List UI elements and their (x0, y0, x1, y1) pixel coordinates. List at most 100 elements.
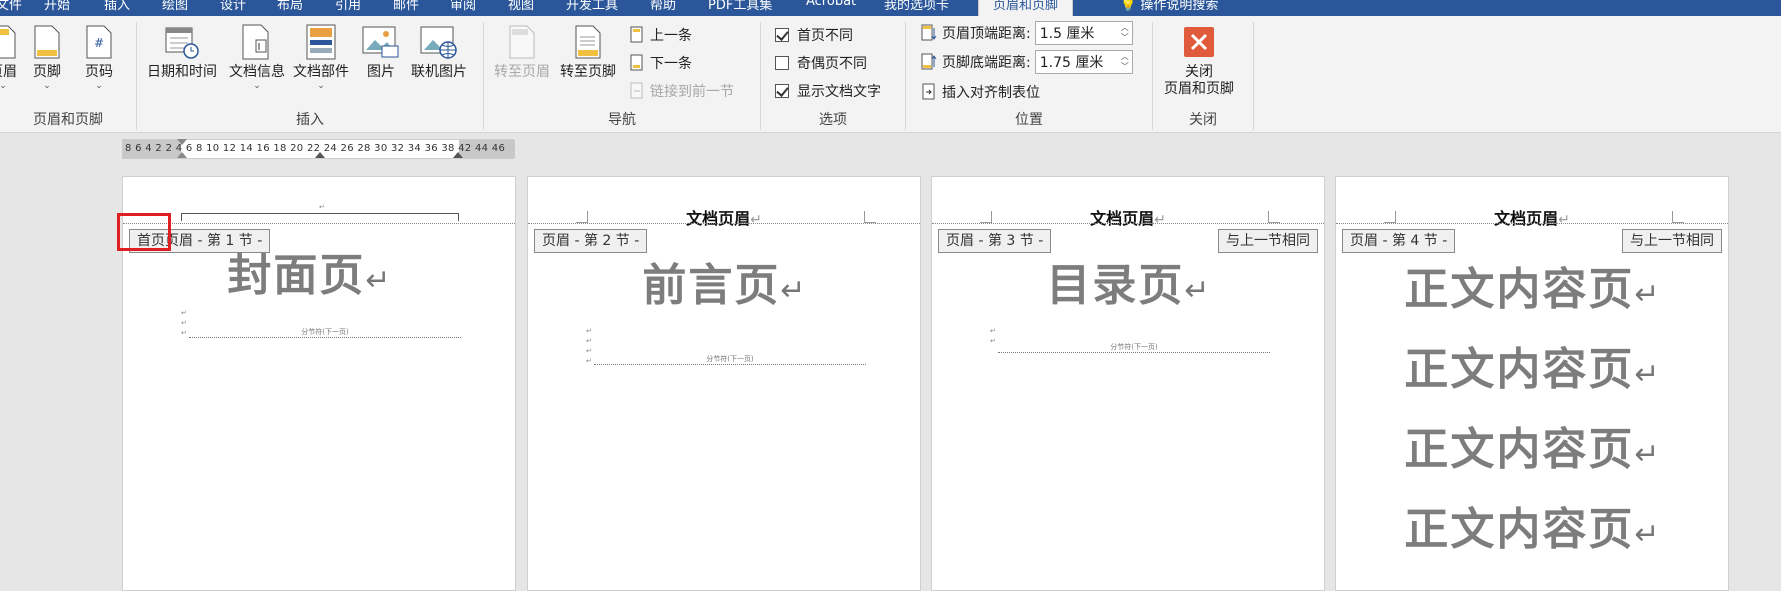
footer-doc-icon (28, 22, 66, 62)
header-text: 文档页眉↵ (1336, 205, 1728, 229)
show-document-text-checkbox[interactable]: 显示文档文字 (775, 80, 881, 102)
close-header-footer-button[interactable]: 关闭 页眉和页脚 (1164, 22, 1234, 98)
paragraph-mark: ↵ (181, 329, 187, 337)
picture-button[interactable]: 图片 (362, 22, 400, 81)
online-picture-label: 联机图片 (411, 64, 467, 80)
first-page-different-checkbox[interactable]: 首页不同 (775, 24, 853, 46)
body-line: 正文内容页↵ (1336, 333, 1728, 397)
section-tag: 页眉 - 第 4 节 - (1342, 229, 1456, 253)
paragraph-mark: ↵ (319, 203, 325, 211)
tab-developer[interactable]: 开发工具 (566, 0, 618, 13)
body-line: 正文内容页↵ (1336, 493, 1728, 557)
page-1: ↵ 首页页眉 - 第 1 节 - 封面页↵ ↵ ↵ ↵ 分节符(下一页) (122, 176, 516, 591)
next-button[interactable]: 下一条 (628, 52, 692, 74)
paragraph-mark: ↵ (1634, 277, 1660, 312)
footer-bottom-distance-value: 1.75 厘米 (1039, 55, 1104, 71)
right-tab-marker[interactable] (453, 152, 463, 158)
tab-header-footer[interactable]: 页眉和页脚 (978, 0, 1074, 16)
spin-arrows-icon[interactable]: ︿ ﹀ (1118, 23, 1132, 43)
next-label: 下一条 (650, 56, 692, 72)
header-button[interactable]: 页眉 ⌄ (0, 22, 22, 91)
tab-draw[interactable]: 绘图 (162, 0, 188, 13)
odd-even-different-label: 奇偶页不同 (797, 56, 867, 72)
doc-parts-icon (302, 22, 340, 62)
tab-layout[interactable]: 布局 (277, 0, 303, 13)
tab-mailings[interactable]: 邮件 (393, 0, 419, 13)
tab-view[interactable]: 视图 (508, 0, 534, 13)
group-header-footer: 页眉 ⌄ 页脚 ⌄ # 页码 ⌄ 页眉和页脚 (0, 16, 136, 133)
paragraph-mark: ↵ (1634, 357, 1660, 392)
page-number-button[interactable]: # 页码 ⌄ (80, 22, 118, 91)
goto-header-label: 转至页眉 (494, 64, 550, 80)
tab-my-tab[interactable]: 我的选项卡 (884, 0, 949, 13)
svg-text:#: # (94, 36, 104, 50)
paragraph-mark: ↵ (586, 337, 592, 345)
goto-footer-button[interactable]: 转至页脚 (560, 22, 616, 81)
page-4: 文档页眉↵ 页眉 - 第 4 节 - 与上一节相同 正文内容页↵ 正文内容页↵ … (1335, 176, 1729, 591)
doc-info-button[interactable]: 文档信息 ⌄ (229, 22, 285, 91)
tab-design[interactable]: 设计 (220, 0, 246, 13)
online-picture-button[interactable]: 联机图片 (411, 22, 467, 81)
horizontal-ruler[interactable]: 8 6 4 2 2 4 6 8 10 12 14 16 18 20 22 24 … (122, 139, 515, 159)
page-title-text: 目录页 (1046, 260, 1185, 311)
show-document-text-label: 显示文档文字 (797, 84, 881, 100)
date-time-button[interactable]: 日期和时间 (147, 22, 217, 81)
first-line-indent-marker[interactable] (177, 139, 187, 145)
tab-home[interactable]: 开始 (44, 0, 70, 13)
tell-me-search[interactable]: 💡 操作说明搜索 (1120, 0, 1218, 13)
checkbox-checked[interactable] (775, 28, 789, 42)
insert-alignment-tab-button[interactable]: 插入对齐制表位 (920, 81, 1040, 103)
paragraph-mark: ↵ (1634, 437, 1660, 472)
page-title-text: 封面页 (227, 250, 366, 301)
link-to-previous-button[interactable]: 链接到前一节 (628, 80, 734, 102)
group-label-navigation: 导航 (608, 112, 636, 128)
header-text-value[interactable]: 文档页眉 (1090, 209, 1154, 228)
paragraph-mark: ↵ (990, 337, 996, 345)
header-text-value[interactable]: 文档页眉 (686, 209, 750, 228)
first-page-different-label: 首页不同 (797, 28, 853, 44)
doc-parts-label: 文档部件 (293, 64, 349, 80)
header-top-distance-value: 1.5 厘米 (1039, 26, 1095, 42)
group-close: 关闭 页眉和页脚 关闭 (1153, 16, 1253, 133)
chevron-down-icon: ⌄ (43, 81, 51, 91)
paragraph-mark: ↵ (1154, 212, 1166, 228)
insert-alignment-tab-label: 插入对齐制表位 (942, 85, 1040, 101)
checkbox-checked[interactable] (775, 84, 789, 98)
page-title: 目录页↵ (932, 249, 1324, 313)
checkbox-unchecked[interactable] (775, 56, 789, 70)
previous-button[interactable]: 上一条 (628, 24, 692, 46)
page-2: 文档页眉↵ 页眉 - 第 2 节 - 前言页↵ ↵ ↵ ↵ ↵ 分节符(下一页) (527, 176, 921, 591)
tab-review[interactable]: 审阅 (450, 0, 476, 13)
page-number-label: 页码 (85, 64, 113, 80)
header-label: 页眉 (0, 64, 17, 80)
footer-button[interactable]: 页脚 ⌄ (28, 22, 66, 91)
doc-info-label: 文档信息 (229, 64, 285, 80)
footer-bottom-distance: 页脚底端距离: 1.75 厘米 ︿ ﹀ (920, 50, 1133, 74)
goto-footer-icon (569, 22, 607, 62)
center-tab-marker[interactable] (315, 152, 325, 158)
header-distance-icon (920, 24, 938, 42)
spin-arrows-icon[interactable]: ︿ ﹀ (1118, 52, 1132, 72)
header-underline-frame (181, 213, 459, 221)
tab-insert[interactable]: 插入 (104, 0, 130, 13)
picture-label: 图片 (367, 64, 395, 80)
footer-bottom-distance-input[interactable]: 1.75 厘米 ︿ ﹀ (1034, 50, 1133, 74)
hanging-indent-marker[interactable] (177, 152, 187, 158)
odd-even-different-checkbox[interactable]: 奇偶页不同 (775, 52, 867, 74)
tab-help[interactable]: 帮助 (650, 0, 676, 13)
paragraph-mark: ↵ (586, 357, 592, 365)
header-top-distance: 页眉顶端距离: 1.5 厘米 ︿ ﹀ (920, 21, 1133, 45)
header-text-value[interactable]: 文档页眉 (1494, 209, 1558, 228)
tab-file[interactable]: 文件 (0, 0, 22, 13)
paragraph-mark: ↵ (1634, 517, 1660, 552)
tab-references[interactable]: 引用 (335, 0, 361, 13)
header-top-distance-input[interactable]: 1.5 厘米 ︿ ﹀ (1034, 21, 1133, 45)
goto-header-button[interactable]: 转至页眉 (494, 22, 550, 81)
tab-acrobat[interactable]: Acrobat (806, 0, 856, 9)
chevron-down-icon: ⌄ (317, 81, 325, 91)
header-text: 文档页眉↵ (932, 205, 1324, 229)
paragraph-mark: ↵ (586, 327, 592, 335)
tab-pdf-tools[interactable]: PDF工具集 (708, 0, 772, 13)
doc-parts-button[interactable]: 文档部件 ⌄ (293, 22, 349, 91)
close-icon (1180, 22, 1218, 62)
